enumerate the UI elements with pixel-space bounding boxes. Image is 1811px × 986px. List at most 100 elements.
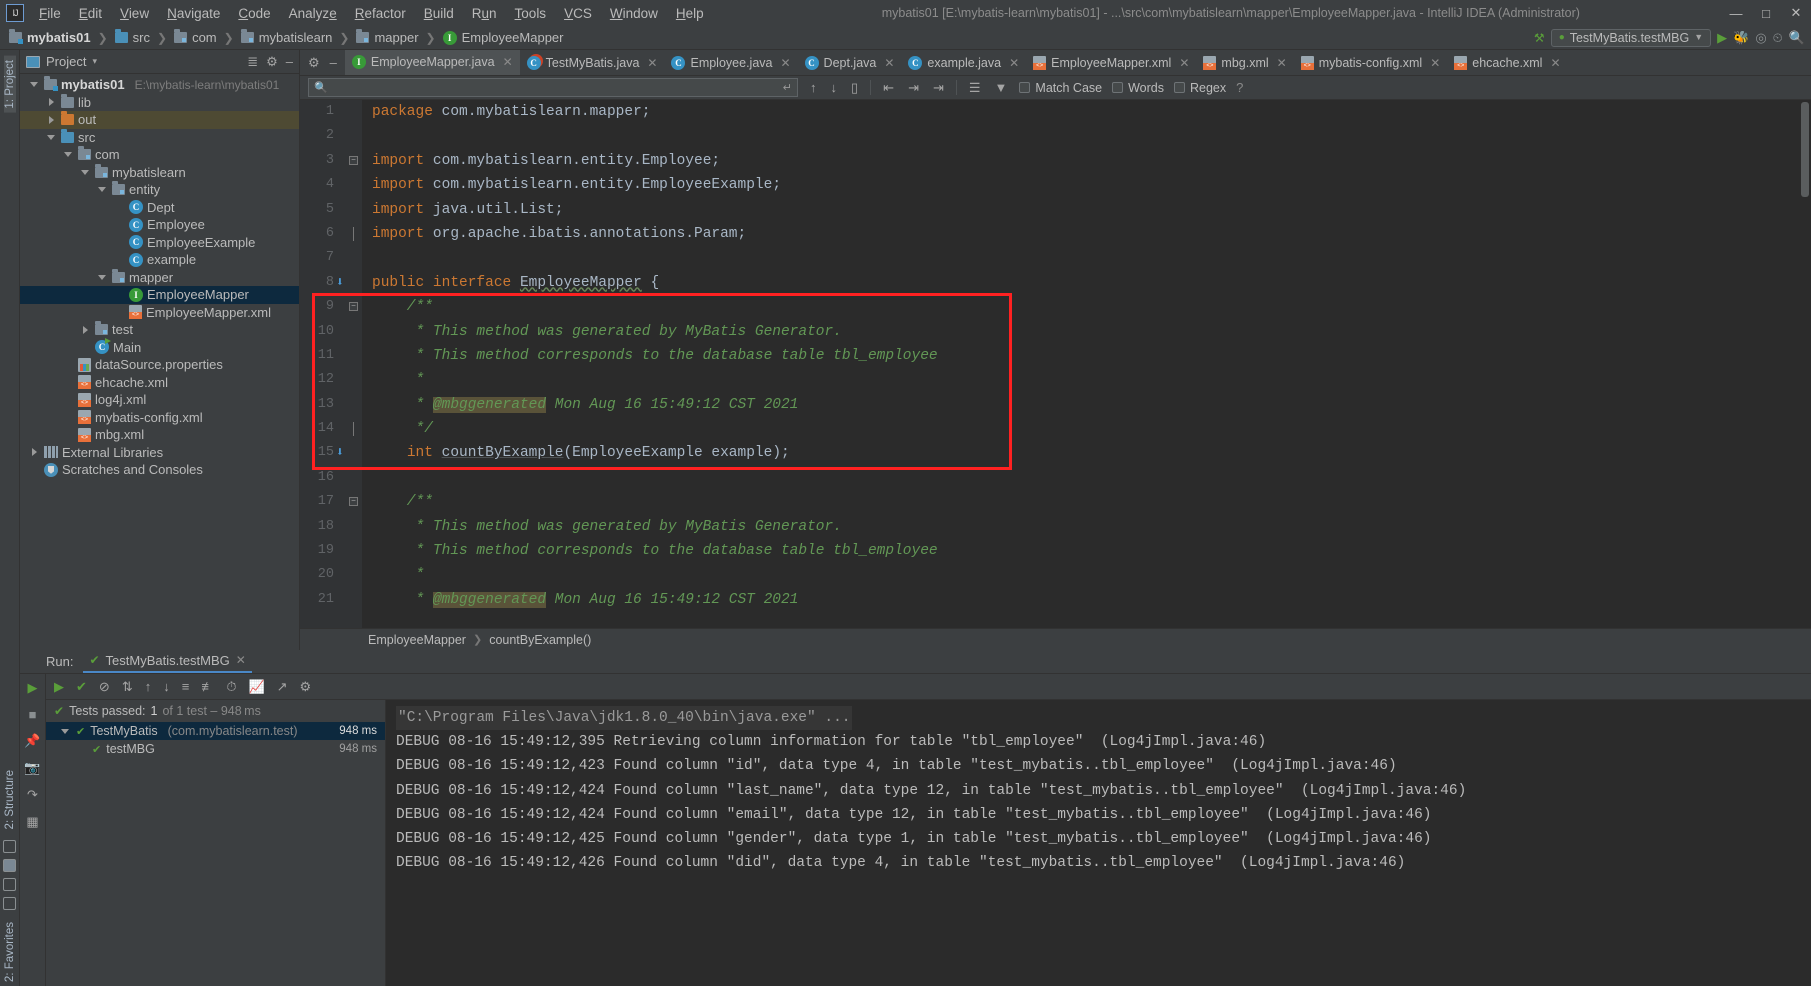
maximize-button[interactable]: □ xyxy=(1751,6,1781,21)
tree-twisty-down[interactable] xyxy=(79,169,91,175)
gutter-line[interactable]: 18 xyxy=(300,515,362,539)
editor-tab-testmybatis-java[interactable]: C TestMyBatis.java ✕ xyxy=(520,50,665,75)
close-icon[interactable]: ✕ xyxy=(1430,56,1440,70)
tree-item-test[interactable]: test xyxy=(20,321,299,339)
breadcrumb-item-employeemapper[interactable]: I EmployeeMapper xyxy=(440,29,567,46)
run-tab-testmybatis[interactable]: ✔ TestMyBatis.testMBG ✕ xyxy=(83,651,252,673)
menu-item-view[interactable]: View xyxy=(111,3,158,24)
gutter-line[interactable]: 14 xyxy=(300,417,362,441)
implemented-marker-icon[interactable]: ⬇ xyxy=(336,441,344,465)
close-icon[interactable]: ✕ xyxy=(236,653,246,667)
tree-twisty-down[interactable] xyxy=(45,134,57,140)
editor-tab-dept-java[interactable]: C Dept.java ✕ xyxy=(798,50,902,75)
database-icon[interactable] xyxy=(3,896,16,910)
editor-tab-ehcache-xml[interactable]: ehcache.xml ✕ xyxy=(1447,50,1567,75)
next-occurrence-icon[interactable]: ↓ xyxy=(829,80,840,95)
tree-item-mybatis-config-xml[interactable]: mybatis-config.xml xyxy=(20,409,299,427)
code-line[interactable]: * xyxy=(372,563,1799,587)
menu-item-vcs[interactable]: VCS xyxy=(555,3,601,24)
words-checkbox[interactable]: Words xyxy=(1112,81,1164,95)
tree-item-datasource-properties[interactable]: dataSource.properties xyxy=(20,356,299,374)
chevron-down-icon[interactable]: ▼ xyxy=(1694,33,1703,42)
tree-item-entity[interactable]: entity xyxy=(20,181,299,199)
toggle-passed-icon[interactable]: ✔ xyxy=(76,679,87,695)
gutter-line[interactable]: 19 xyxy=(300,539,362,563)
find-options-icon[interactable]: ☰ xyxy=(967,80,983,96)
tree-twisty-down[interactable] xyxy=(96,274,108,280)
editor-gutter[interactable]: 1 2 3−4 5 6 7 8 ⬇ 9−10 11 12 13 14 15 ⬇ 16 17−18 19 20 21 xyxy=(300,100,362,628)
tree-item-dept[interactable]: C Dept xyxy=(20,199,299,217)
console-output[interactable]: "C:\Program Files\Java\jdk1.8.0_40\bin\j… xyxy=(386,700,1811,986)
filter-icon[interactable]: ▼ xyxy=(993,80,1010,95)
stop-icon[interactable]: ■ xyxy=(29,707,37,722)
gutter-line[interactable]: 10 xyxy=(300,320,362,344)
editor-tab-employeemapper-xml[interactable]: EmployeeMapper.xml ✕ xyxy=(1026,50,1196,75)
tree-item-scratches-and-consoles[interactable]: Scratches and Consoles xyxy=(20,461,299,479)
exclude-icon[interactable]: ⇥ xyxy=(931,80,946,96)
gutter-line[interactable]: 12 xyxy=(300,368,362,392)
code-editor[interactable]: 1 2 3−4 5 6 7 8 ⬇ 9−10 11 12 13 14 15 ⬇ 16 17−18 19 20 21 p… xyxy=(300,100,1811,628)
tree-item-lib[interactable]: lib xyxy=(20,93,299,112)
gutter-line[interactable]: 5 xyxy=(300,198,362,222)
hide-icon[interactable]: – xyxy=(330,56,337,69)
gutter-line[interactable]: 6 xyxy=(300,222,362,246)
minimize-button[interactable]: — xyxy=(1721,6,1751,21)
test-tree-item[interactable]: ✔ testMBG 948 ms xyxy=(46,740,385,758)
breadcrumb-item-mybatis01[interactable]: mybatis01 xyxy=(6,29,94,46)
gutter-line[interactable]: 11 xyxy=(300,344,362,368)
code-line[interactable]: * @mbggenerated Mon Aug 16 15:49:12 CST … xyxy=(372,588,1799,612)
code-line[interactable] xyxy=(372,246,1799,270)
sidebar-tab-favorites[interactable]: 2: Favorites xyxy=(4,918,16,986)
code-line[interactable]: /** xyxy=(372,295,1799,319)
tree-twisty-down[interactable] xyxy=(96,187,108,193)
code-line[interactable]: /** xyxy=(372,490,1799,514)
menu-item-window[interactable]: Window xyxy=(601,3,667,24)
tree-item-src[interactable]: src xyxy=(20,128,299,147)
editor-breadcrumb-method[interactable]: countByExample() xyxy=(489,633,591,647)
editor-tab-mbg-xml[interactable]: mbg.xml ✕ xyxy=(1196,50,1293,75)
regex-checkbox[interactable]: Regex xyxy=(1174,81,1226,95)
fold-collapse-icon[interactable]: − xyxy=(349,497,358,507)
test-tree[interactable]: ✔ TestMyBatis (com.mybatislearn.test) 948 m… xyxy=(46,722,385,758)
close-icon[interactable]: ✕ xyxy=(884,56,894,70)
build-variants-icon[interactable] xyxy=(3,858,16,872)
breadcrumb-item-src[interactable]: src xyxy=(112,29,153,46)
code-line[interactable]: * This method was generated by MyBatis G… xyxy=(372,515,1799,539)
expand-all-icon[interactable]: ≡ xyxy=(182,679,190,694)
run-icon[interactable]: ▶ xyxy=(1717,31,1727,44)
gutter-line[interactable]: 16 xyxy=(300,466,362,490)
coverage-icon[interactable]: ◎ xyxy=(1755,31,1766,44)
tree-twisty-down[interactable] xyxy=(28,82,40,88)
breadcrumb-item-mybatislearn[interactable]: mybatislearn xyxy=(238,29,336,46)
menu-item-file[interactable]: File xyxy=(30,3,70,24)
sort-alpha-icon[interactable]: ↑ xyxy=(145,679,152,694)
fold-collapse-icon[interactable]: − xyxy=(349,155,358,165)
layout-icon[interactable]: ▦ xyxy=(26,814,38,830)
tree-item-employeeexample[interactable]: C EmployeeExample xyxy=(20,234,299,252)
collapse-all-icon[interactable]: ⇅ xyxy=(122,679,133,695)
code-line[interactable]: */ xyxy=(372,417,1799,441)
shrink-selection-icon[interactable]: ⇥ xyxy=(906,80,921,96)
gutter-line[interactable]: 2 xyxy=(300,124,362,148)
tree-twisty-right[interactable] xyxy=(79,325,91,334)
sidebar-tab-project[interactable]: 1: Project xyxy=(3,56,16,113)
close-icon[interactable]: ✕ xyxy=(1277,56,1287,70)
sidebar-tab-structure[interactable]: 2: Structure xyxy=(4,766,16,833)
close-icon[interactable]: ✕ xyxy=(647,56,657,70)
scrollbar-thumb[interactable] xyxy=(1801,102,1809,197)
ignore-tests-icon[interactable]: ⊘ xyxy=(99,679,110,695)
ant-icon[interactable] xyxy=(3,877,16,891)
sort-duration-icon[interactable]: ↓ xyxy=(163,679,170,694)
menu-item-analyze[interactable]: Analyze xyxy=(280,3,346,24)
menu-item-edit[interactable]: Edit xyxy=(70,3,111,24)
code-line[interactable]: * This method corresponds to the databas… xyxy=(372,539,1799,563)
code-content[interactable]: package com.mybatislearn.mapper; import c… xyxy=(362,100,1799,628)
tree-twisty-right[interactable] xyxy=(45,115,57,124)
gutter-line[interactable]: 20 xyxy=(300,563,362,587)
tree-item-mapper[interactable]: mapper xyxy=(20,268,299,287)
tree-item-com[interactable]: com xyxy=(20,146,299,164)
debug-icon[interactable]: 🐝 xyxy=(1733,31,1749,44)
tree-item-employeemapper[interactable]: I EmployeeMapper xyxy=(20,286,299,304)
tree-item-external-libraries[interactable]: External Libraries xyxy=(20,444,299,462)
gear-icon[interactable]: ⚙ xyxy=(266,55,278,68)
